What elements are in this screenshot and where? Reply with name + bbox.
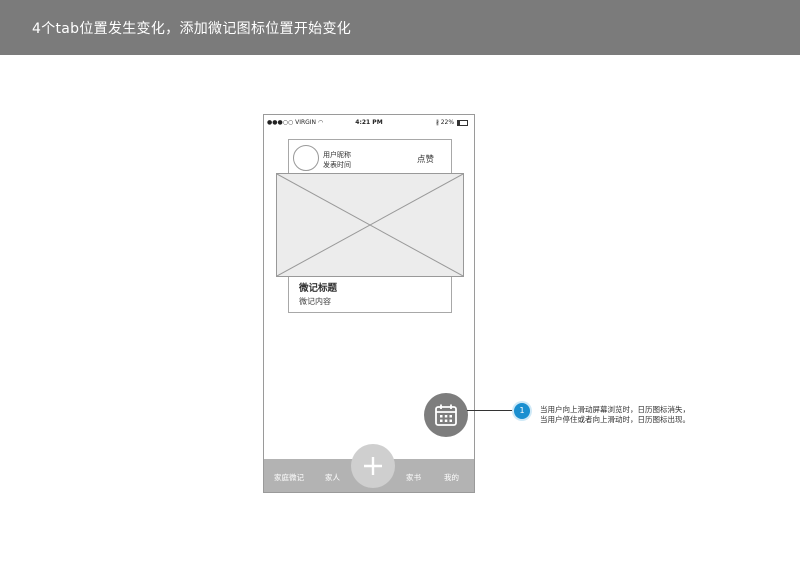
post-content: 微记内容: [299, 297, 331, 306]
annotation-marker: 1: [514, 403, 530, 419]
annotation-connector: [467, 410, 514, 411]
tab-family-members[interactable]: 家人: [325, 472, 340, 483]
avatar[interactable]: [293, 145, 319, 171]
bluetooth-icon: ∦: [435, 119, 439, 126]
calendar-icon: [435, 404, 457, 426]
image-placeholder[interactable]: [276, 173, 464, 277]
like-button[interactable]: 点赞: [417, 153, 434, 165]
plus-icon: [364, 457, 382, 475]
annotation-line-1: 当用户向上滑动屏幕浏览时，日历图标消失，: [540, 405, 690, 414]
page-title: 4个tab位置发生变化，添加微记图标位置开始变化: [32, 21, 352, 37]
post-title: 微记标题: [299, 283, 338, 294]
battery-icon: [457, 119, 468, 126]
tab-me[interactable]: 我的: [444, 472, 459, 483]
post-time: 发表时间: [323, 161, 351, 169]
tab-family-microblog[interactable]: 家庭微记: [274, 472, 304, 483]
status-bar: ●●●○○ VIRGIN ◠ 4:21 PM ∦ 22%: [264, 115, 474, 129]
add-button[interactable]: [351, 444, 395, 488]
annotation-note: 当用户向上滑动屏幕浏览时，日历图标消失， 当用户停住或者向上滑动时，日历图标出现…: [540, 405, 690, 425]
battery-status: ∦ 22%: [436, 119, 468, 126]
page-header: 4个tab位置发生变化，添加微记图标位置开始变化: [0, 0, 800, 55]
phone-frame: ●●●○○ VIRGIN ◠ 4:21 PM ∦ 22% 用户昵称 发表时间 点…: [263, 114, 475, 493]
annotation-line-2: 当用户停住或者向上滑动时，日历图标出现。: [540, 415, 690, 424]
tab-family-letters[interactable]: 家书: [406, 472, 421, 483]
calendar-button[interactable]: [424, 393, 468, 437]
user-name[interactable]: 用户昵称: [323, 150, 351, 160]
